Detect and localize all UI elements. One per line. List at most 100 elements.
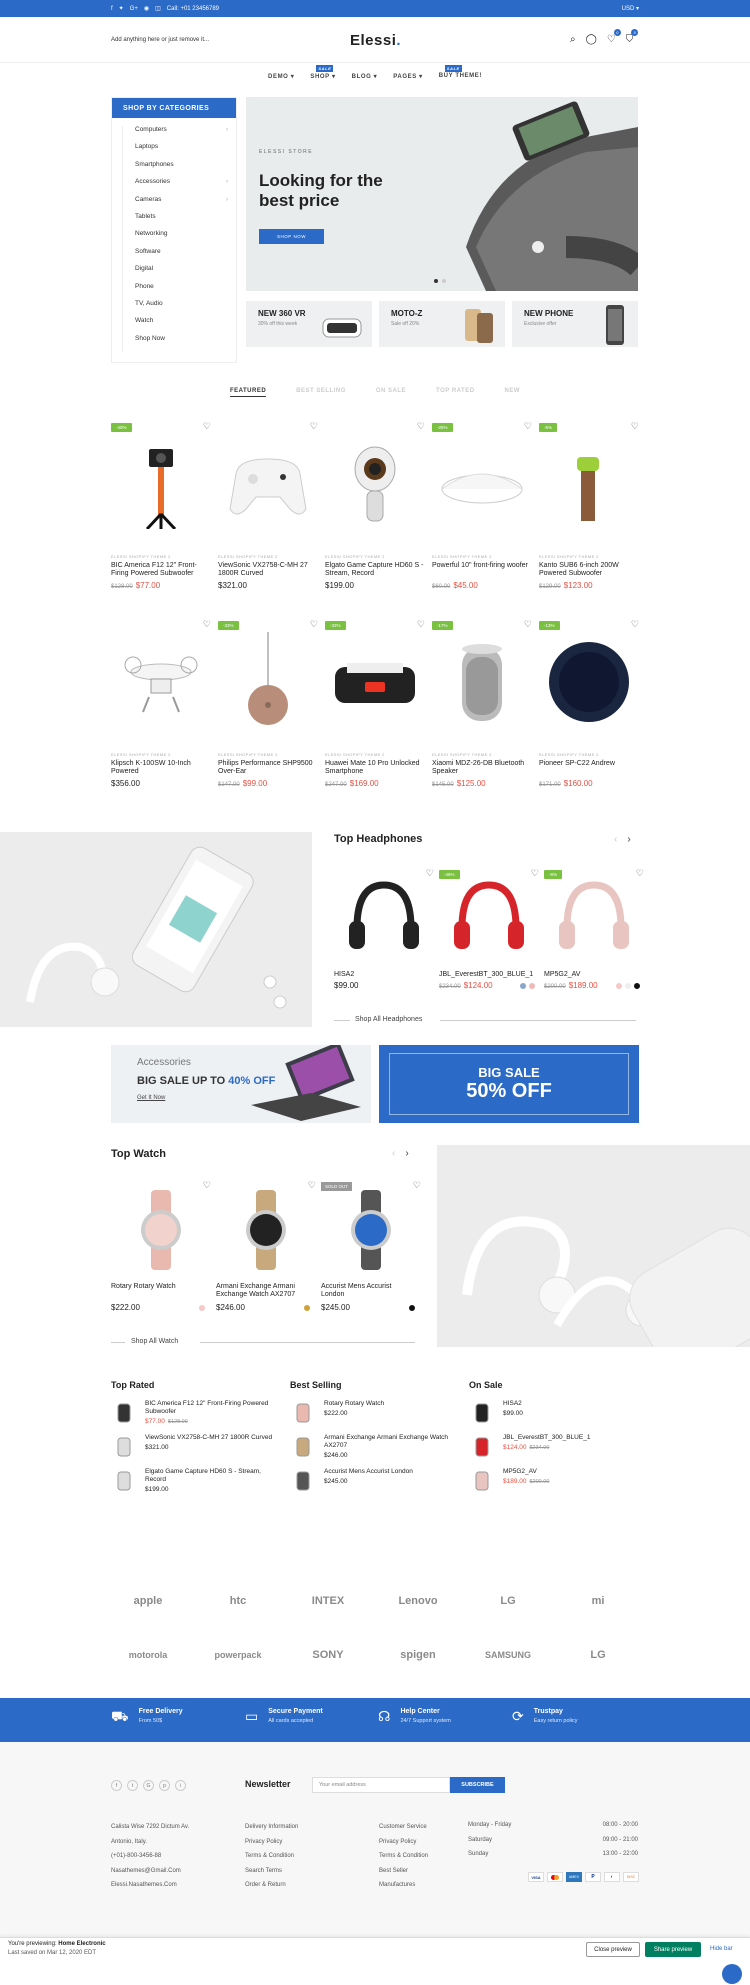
nav-shop[interactable]: SALE SHOP ▾ [310,65,335,80]
brand-logo-motorola[interactable]: motorola [108,1640,188,1670]
product-card[interactable]: -13% ♡ ELESSI SHOPIFY THEME 2 Pioneer SP-C2… [539,619,639,799]
chat-bubble-icon[interactable] [722,1964,742,1984]
product-image[interactable] [539,619,639,734]
brand-logo-powerpack[interactable]: powerpack [198,1640,278,1670]
color-swatch[interactable] [616,983,622,989]
twitter-icon[interactable]: t [127,1780,138,1791]
wishlist-heart-icon[interactable]: ♡ [631,421,639,432]
chevron-right-icon[interactable]: › [627,834,630,845]
list-item[interactable]: Elgato Game Capture HD60 S - Stream, Rec… [111,1468,281,1502]
pinterest-icon[interactable]: p [159,1780,170,1791]
wishlist-heart-icon[interactable]: ♡ [631,619,639,630]
watch-card[interactable]: ♡ Rotary Rotary Watch $222.00 [111,1180,211,1360]
brand-logo-spigen[interactable]: spigen [378,1640,458,1670]
product-name[interactable]: ViewSonic VX2758-C-MH 27 1800R Curved [145,1434,272,1442]
product-image[interactable] [439,868,539,968]
product-name[interactable]: Philips Performance SHP9500 Over-Ear [218,760,318,776]
list-item[interactable]: Accurist Mens Accurist London $245.00 [290,1468,460,1502]
tab-new[interactable]: NEW [505,388,521,397]
product-name[interactable]: Pioneer SP-C22 Andrew [539,760,639,768]
shop-all-headphones-link[interactable]: Shop All Headphones [355,1016,422,1023]
category-item[interactable]: Smartphones [122,160,236,179]
brand-logo-htc[interactable]: htc [198,1586,278,1616]
site-logo[interactable]: Elessi. [350,32,401,49]
promo-motoz[interactable]: MOTO-Z Sale off 20% [379,301,505,347]
wishlist-heart-icon[interactable]: ♡ [417,421,425,432]
product-card[interactable]: ♡ ELESSI SHOPIFY THEME 2 Elgato Game Captu… [325,421,425,601]
product-image[interactable] [432,619,532,734]
product-thumb[interactable] [111,1400,137,1426]
wishlist-heart-icon[interactable]: ♡ [413,1180,421,1191]
google-plus-icon[interactable]: G+ [130,6,138,12]
product-image[interactable] [321,1180,421,1280]
product-thumb[interactable] [111,1434,137,1460]
list-item[interactable]: Armani Exchange Armani Exchange Watch AX… [290,1434,460,1468]
product-name[interactable]: BIC America F12 12" Front-Firing Powered… [111,562,211,578]
product-image[interactable] [325,421,425,536]
category-item[interactable]: Networking [122,230,236,248]
product-name[interactable]: Huawei Mate 10 Pro Unlocked Smartphone [325,760,425,776]
wishlist-heart-icon[interactable]: ♡ [417,619,425,630]
footer-link[interactable]: Calista Wise 7292 Dictum Av. [111,1824,189,1839]
product-thumb[interactable] [469,1434,495,1460]
hide-bar-link[interactable]: Hide bar [710,1946,733,1952]
product-name[interactable]: Armani Exchange Armani Exchange Watch AX… [216,1283,306,1299]
product-card[interactable]: -17% ♡ ELESSI SHOPIFY THEME 2 Xiaomi MDZ-26… [432,619,532,799]
hero-slider[interactable]: ELESSI STORE Looking for the best price … [246,97,638,291]
footer-link[interactable]: (+01)-800-3456-88 [111,1853,189,1868]
product-name[interactable]: MP5G2_AV [503,1468,549,1476]
color-swatch[interactable] [625,983,631,989]
footer-link[interactable]: Terms & Condition [245,1853,298,1868]
chevron-left-icon[interactable]: ‹ [614,834,617,845]
wishlist-heart-icon[interactable]: ♡ [636,868,644,879]
watch-card[interactable]: SOLD OUT ♡ Accurist Mens Accurist London $2… [321,1180,421,1360]
color-swatch[interactable] [304,1305,310,1311]
google-plus-icon[interactable]: G [143,1780,154,1791]
product-thumb[interactable] [290,1468,316,1494]
tab-top-rated[interactable]: TOP RATED [436,388,475,397]
brand-logo-samsung[interactable]: SAMSUNG [468,1640,548,1670]
footer-link[interactable]: Privacy Policy [245,1839,298,1854]
list-item[interactable]: HISA2 $99.00 [469,1400,639,1434]
cart-icon[interactable]: ⛉ 0 [626,29,639,45]
promo-new-phone[interactable]: NEW PHONE Exclusive offer [512,301,638,347]
product-name[interactable]: JBL_EverestBT_300_BLUE_1 [439,971,539,979]
product-card[interactable]: -33% ♡ ELESSI SHOPIFY THEME 2 Philips Perfo… [218,619,318,799]
wishlist-heart-icon[interactable]: ♡ [203,619,211,630]
close-preview-button[interactable]: Close preview [586,1942,640,1957]
list-item[interactable]: ViewSonic VX2758-C-MH 27 1800R Curved $32… [111,1434,281,1468]
category-item[interactable]: Cameras › [122,195,236,213]
product-name[interactable]: HISA2 [503,1400,523,1408]
product-thumb[interactable] [469,1400,495,1426]
watch-card[interactable]: ♡ Armani Exchange Armani Exchange Watch A… [216,1180,316,1360]
product-image[interactable] [325,619,425,734]
product-card[interactable]: -5% ♡ ELESSI SHOPIFY THEME 2 Kanto SUB6 6-i… [539,421,639,601]
footer-link[interactable]: Best Seller [379,1868,428,1883]
footer-link[interactable]: Order & Return [245,1882,298,1897]
slider-dots[interactable] [434,279,446,283]
nav-demo[interactable]: DEMO ▾ [268,73,294,80]
currency-select[interactable]: USD ▾ [622,5,639,12]
share-preview-button[interactable]: Share preview [645,1942,701,1957]
brand-logo-apple[interactable]: apple [108,1586,188,1616]
tab-featured[interactable]: FEATURED [229,388,267,397]
newsletter-email-input[interactable]: Your email address [312,1777,450,1793]
product-name[interactable]: JBL_EverestBT_300_BLUE_1 [503,1434,590,1442]
list-item[interactable]: Rotary Rotary Watch $222.00 [290,1400,460,1434]
footer-link[interactable]: Terms & Condition [379,1853,428,1868]
nav-buy-theme[interactable]: SALE BUY THEME! [439,65,482,80]
category-item[interactable]: Computers › [122,126,236,144]
product-image[interactable] [111,421,211,536]
footer-link[interactable]: Delivery Information [245,1824,298,1839]
brand-logo-lenovo[interactable]: Lenovo [378,1586,458,1616]
color-swatches[interactable] [520,983,535,989]
shop-all-watch-link[interactable]: Shop All Watch [131,1338,178,1345]
product-card[interactable]: -25% ♡ ELESSI SHOPIFY THEME 2 Powerful 10" … [432,421,532,601]
footer-link[interactable]: Manufactures [379,1882,428,1897]
wishlist-heart-icon[interactable]: ♡ [308,1180,316,1191]
product-thumb[interactable] [290,1400,316,1426]
product-image[interactable] [111,619,211,734]
brand-logo-mi[interactable]: mi [558,1586,638,1616]
color-swatch[interactable] [520,983,526,989]
category-item[interactable]: Shop Now [122,334,236,353]
